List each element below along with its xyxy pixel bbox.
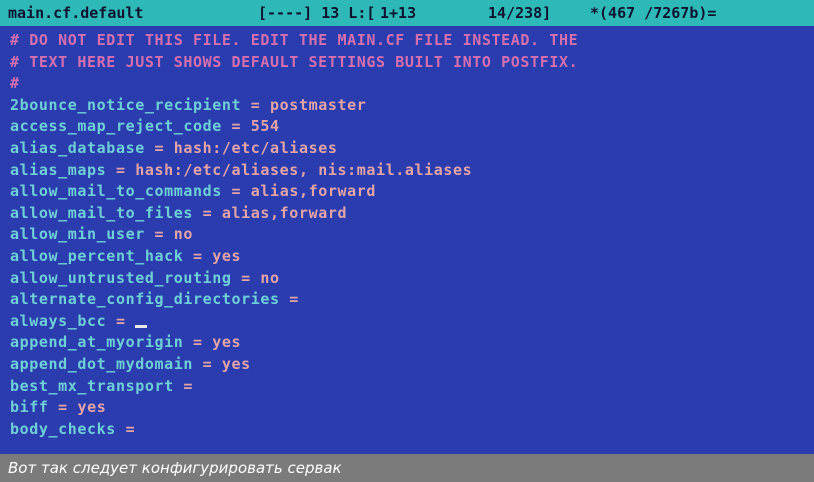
- setting-key: best_mx_transport: [10, 376, 174, 395]
- editor-text-area[interactable]: # DO NOT EDIT THIS FILE. EDIT THE MAIN.C…: [0, 30, 814, 450]
- config-line: # DO NOT EDIT THIS FILE. EDIT THE MAIN.C…: [10, 30, 814, 52]
- config-line: # TEXT HERE JUST SHOWS DEFAULT SETTINGS …: [10, 52, 814, 74]
- setting-value: hash:/etc/aliases, nis:mail.aliases: [135, 160, 473, 179]
- config-line: 2bounce_notice_recipient = postmaster: [10, 95, 814, 117]
- comment-text: # TEXT HERE JUST SHOWS DEFAULT SETTINGS …: [10, 52, 579, 71]
- setting-key: access_map_reject_code: [10, 117, 222, 136]
- equals-sign: =: [231, 268, 261, 287]
- config-line: allow_mail_to_commands = alias,forward: [10, 181, 814, 203]
- setting-key: body_checks: [10, 419, 116, 438]
- equals-sign: =: [115, 419, 145, 438]
- terminal-screen: main.cf.default [----] 13 L:[ 1+13 14/23…: [0, 0, 814, 482]
- equals-sign: =: [183, 246, 213, 265]
- editor-status-bar: main.cf.default [----] 13 L:[ 1+13 14/23…: [0, 0, 814, 26]
- config-line: allow_untrusted_routing = no: [10, 268, 814, 290]
- setting-key: allow_min_user: [10, 225, 145, 244]
- setting-value: postmaster: [270, 95, 367, 114]
- image-caption: Вот так следует конфигурировать сервак: [0, 454, 814, 482]
- setting-key: append_dot_mydomain: [10, 354, 193, 373]
- equals-sign: =: [106, 160, 136, 179]
- setting-value: yes: [212, 333, 242, 352]
- comment-text: # DO NOT EDIT THIS FILE. EDIT THE MAIN.C…: [10, 31, 579, 49]
- status-position: 1+13: [380, 4, 417, 22]
- setting-key: always_bcc: [10, 311, 107, 330]
- config-line: append_dot_mydomain = yes: [10, 354, 814, 376]
- setting-value: no: [173, 225, 194, 244]
- setting-key: allow_mail_to_commands: [10, 182, 222, 201]
- config-line: biff = yes: [10, 397, 814, 419]
- setting-value: yes: [212, 246, 242, 265]
- equals-sign: =: [192, 203, 222, 222]
- setting-key: allow_mail_to_files: [10, 203, 193, 222]
- config-line: always_bcc =: [10, 311, 814, 333]
- setting-key: alternate_config_directories: [10, 290, 280, 309]
- setting-key: alias_database: [10, 138, 145, 157]
- setting-value: alias,forward: [250, 182, 376, 201]
- equals-sign: =: [144, 138, 174, 157]
- config-line: append_at_myorigin = yes: [10, 332, 814, 354]
- equals-sign: =: [192, 354, 222, 373]
- config-line: access_map_reject_code = 554: [10, 116, 814, 138]
- setting-key: append_at_myorigin: [10, 333, 184, 352]
- config-line: allow_min_user = no: [10, 224, 814, 246]
- setting-value: no: [260, 268, 280, 287]
- status-filename: main.cf.default: [8, 4, 144, 22]
- status-lines: 14/238]: [488, 4, 552, 22]
- setting-value: alias,forward: [221, 203, 348, 222]
- setting-key: allow_percent_hack: [10, 246, 184, 265]
- config-line: #: [10, 73, 814, 95]
- config-line: allow_mail_to_files = alias,forward: [10, 203, 814, 225]
- equals-sign: =: [106, 311, 136, 330]
- setting-value: yes: [77, 398, 107, 417]
- equals-sign: =: [144, 225, 174, 244]
- equals-sign: =: [221, 117, 251, 136]
- equals-sign: =: [221, 182, 251, 201]
- equals-sign: =: [241, 95, 271, 114]
- setting-key: allow_untrusted_routing: [10, 268, 232, 287]
- equals-sign: =: [173, 376, 203, 395]
- config-line: alternate_config_directories =: [10, 289, 814, 311]
- config-line: body_checks =: [10, 419, 814, 441]
- equals-sign: =: [183, 333, 213, 352]
- text-cursor: [135, 324, 148, 328]
- status-mode: [----] 13 L:[: [258, 4, 376, 22]
- setting-key: biff: [10, 398, 49, 417]
- config-line: alias_database = hash:/etc/aliases: [10, 138, 814, 160]
- comment-text: #: [10, 74, 20, 93]
- config-line: alias_maps = hash:/etc/aliases, nis:mail…: [10, 160, 814, 182]
- setting-key: 2bounce_notice_recipient: [10, 95, 242, 114]
- setting-value: yes: [221, 354, 251, 373]
- setting-value: hash:/etc/aliases: [173, 138, 338, 157]
- config-line: allow_percent_hack = yes: [10, 246, 814, 268]
- setting-key: alias_maps: [10, 160, 107, 179]
- config-line: best_mx_transport =: [10, 376, 814, 398]
- equals-sign: =: [279, 290, 309, 309]
- setting-value: 554: [250, 117, 280, 136]
- status-bytes: *(467 /7267b)=: [590, 4, 717, 22]
- equals-sign: =: [48, 398, 78, 417]
